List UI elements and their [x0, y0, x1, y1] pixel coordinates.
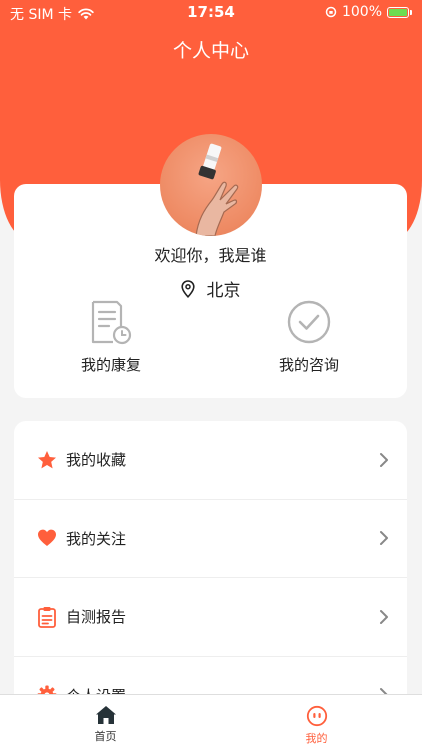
home-icon [95, 706, 116, 724]
battery-icon [387, 6, 409, 18]
rehab-report-icon [91, 300, 132, 345]
chevron-right-icon [380, 531, 388, 546]
check-circle-icon [287, 300, 331, 344]
my-rehab-button[interactable]: 我的康复 [51, 296, 171, 375]
battery-percent: 100% [341, 4, 382, 20]
menu-item-label: 我的关注 [66, 529, 127, 548]
profile-face-icon [306, 705, 327, 727]
battery-nub [410, 9, 412, 15]
tab-label: 我的 [305, 732, 328, 745]
page-title: 个人中心 [172, 40, 249, 62]
chevron-right-icon [380, 609, 388, 624]
menu-item-favorites[interactable]: 我的收藏 [14, 421, 407, 500]
avatar[interactable] [160, 134, 262, 236]
my-rehab-label: 我的康复 [80, 356, 141, 374]
my-consult-button[interactable]: 我的咨询 [249, 296, 369, 375]
chevron-right-icon [380, 452, 388, 467]
my-consult-label: 我的咨询 [278, 356, 339, 374]
menu-list: 我的收藏 我的关注 自测报告 [14, 421, 407, 721]
avatar-image [195, 143, 239, 236]
menu-item-follows[interactable]: 我的关注 [14, 500, 407, 578]
heart-icon [38, 529, 56, 547]
location-pin-icon [180, 279, 195, 298]
tab-bar: 首页 我的 [0, 694, 422, 750]
rotation-lock-icon [325, 6, 337, 18]
tab-home[interactable]: 首页 [0, 695, 211, 750]
welcome-text: 欢迎你，我是谁 [154, 246, 267, 265]
tab-mine[interactable]: 我的 [211, 695, 422, 750]
star-icon [38, 450, 56, 469]
tab-label: 首页 [94, 730, 117, 743]
menu-item-label: 自测报告 [66, 608, 127, 627]
clipboard-icon [38, 606, 56, 628]
status-bar: 无 SIM 卡 17:54 100% [0, 0, 422, 26]
location-text: 北京 [206, 281, 241, 301]
menu-item-self-test-report[interactable]: 自测报告 [14, 578, 407, 657]
status-right: 100% [325, 4, 412, 20]
menu-item-label: 我的收藏 [66, 451, 127, 470]
